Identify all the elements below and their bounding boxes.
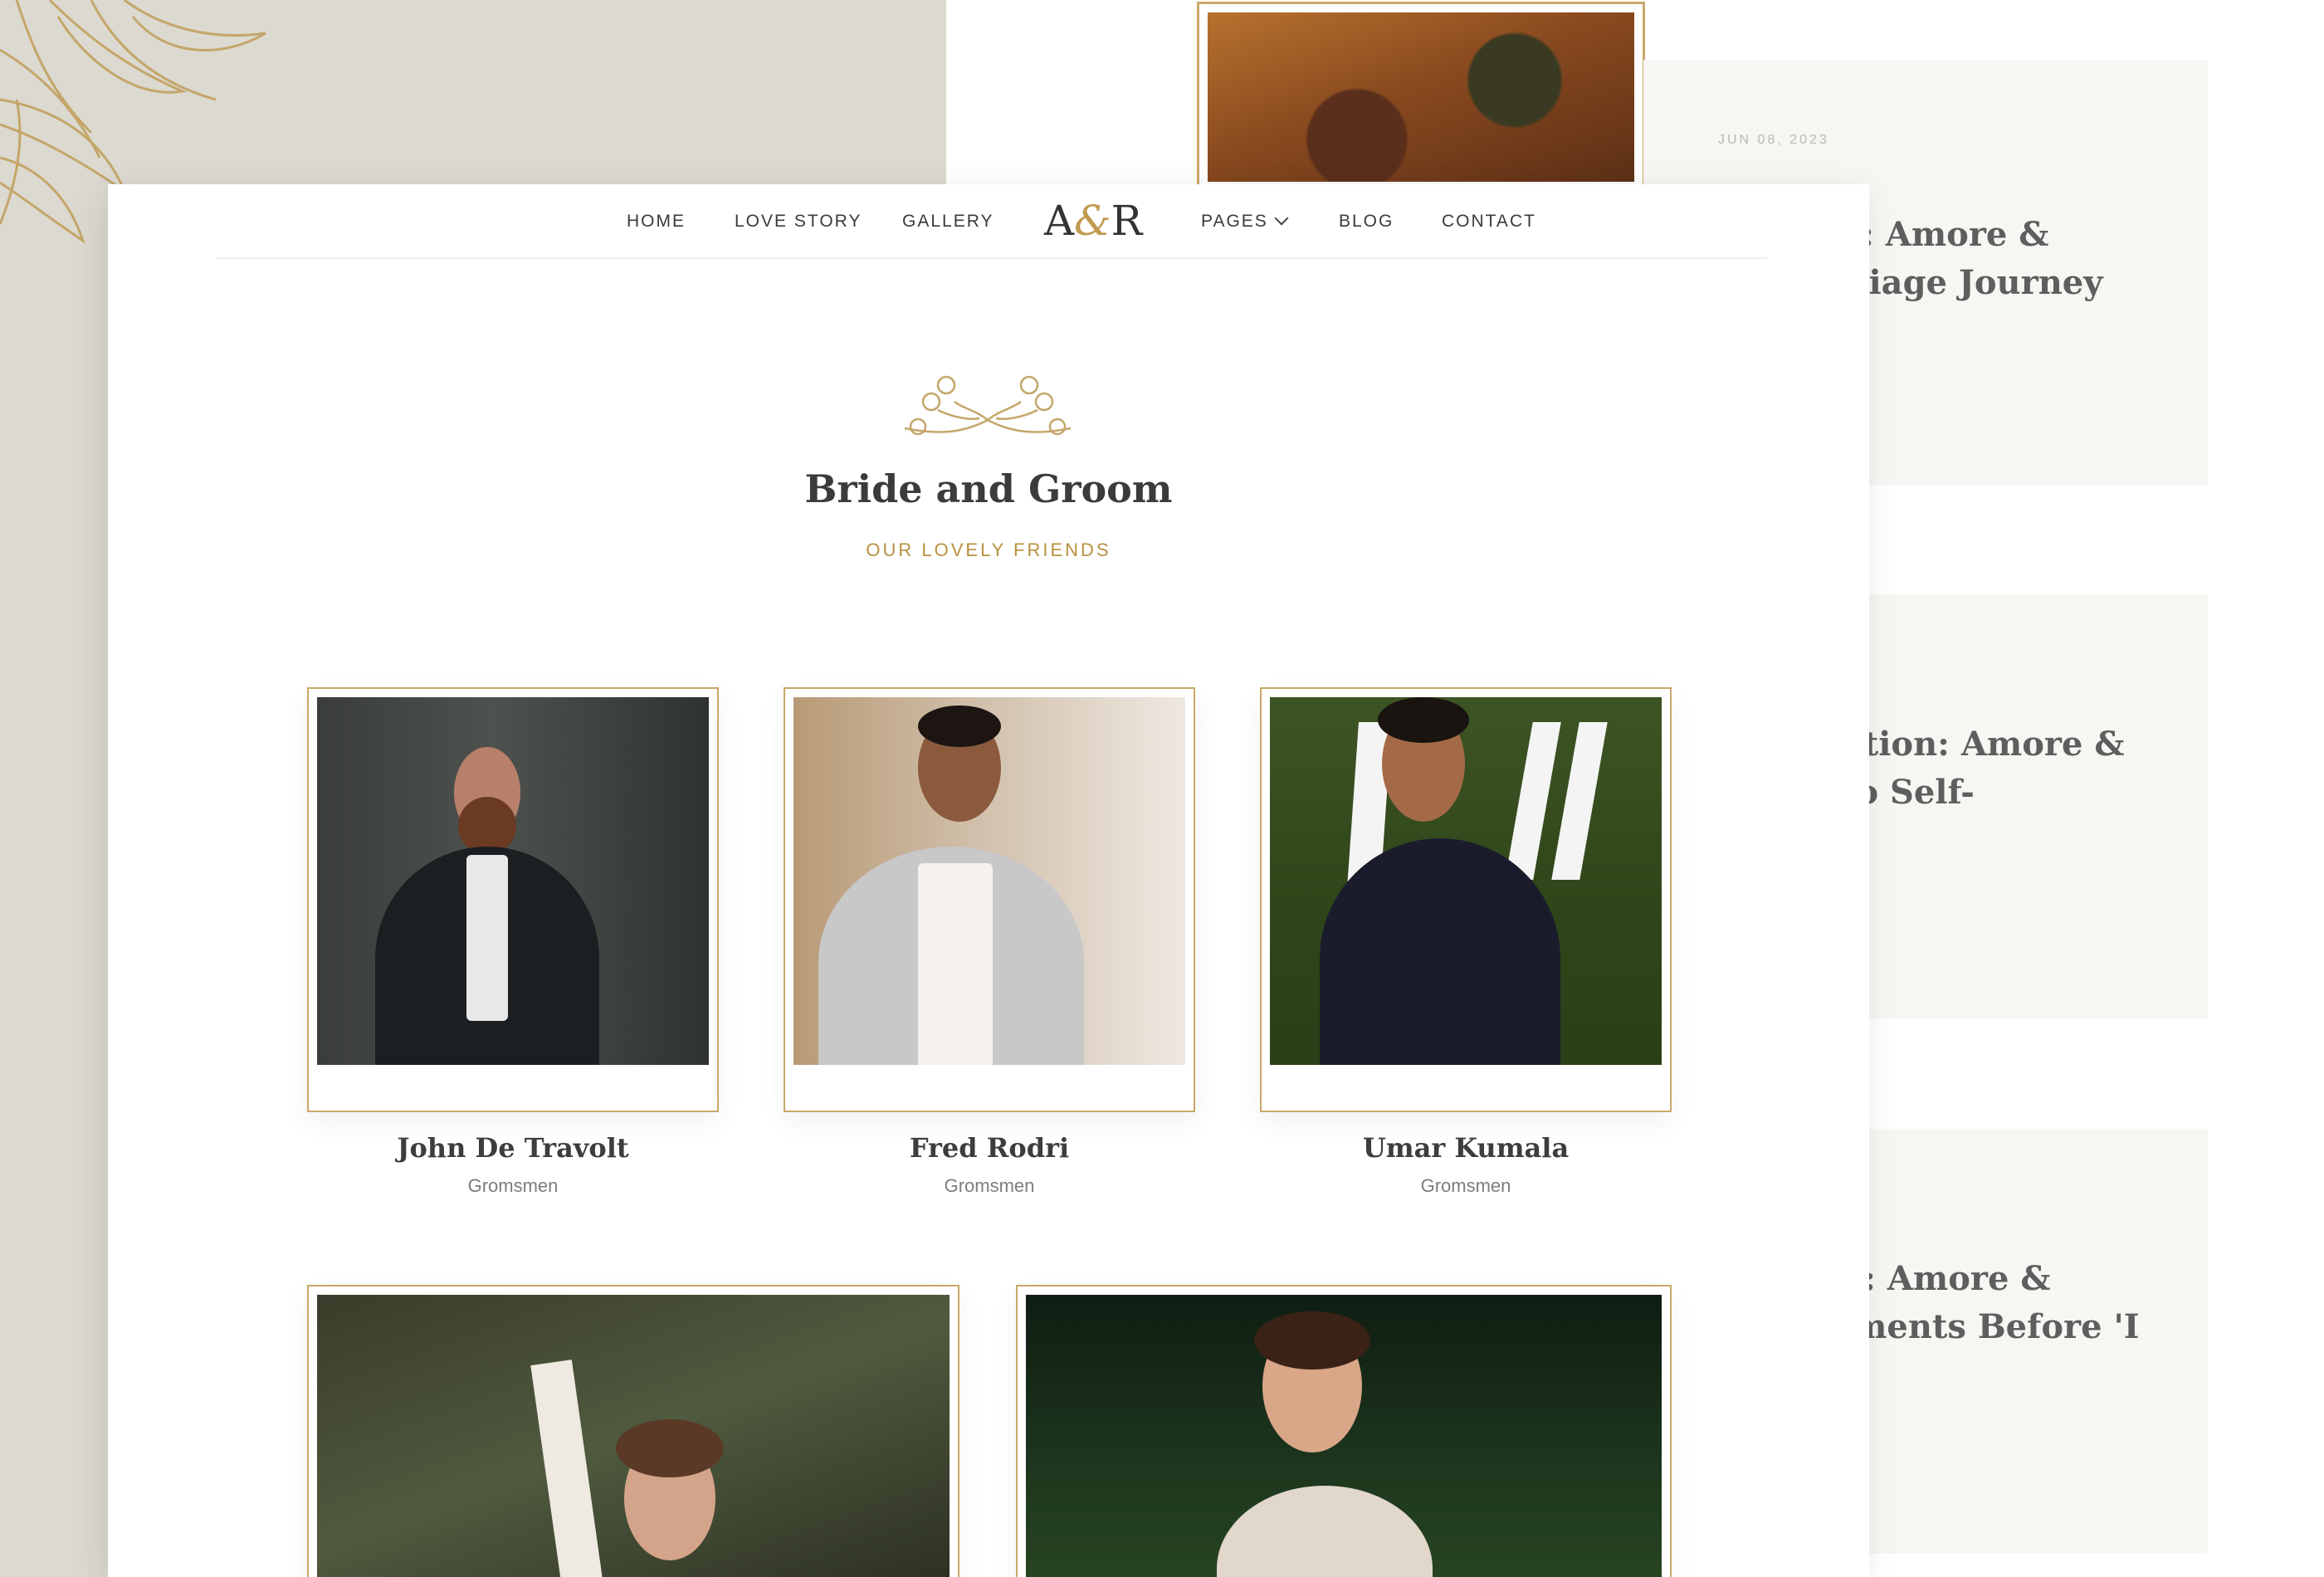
person-card[interactable]: [1016, 1285, 1672, 1577]
photo-figure-hair: [616, 1419, 724, 1477]
person-role: Gromsmen: [467, 1175, 559, 1196]
main-navbar: HOME LOVE STORY GALLERY A&R PAGES BLOG C…: [216, 184, 1768, 259]
person-card[interactable]: [784, 687, 1195, 1112]
photo-sign-letter: [1505, 722, 1608, 880]
front-page: HOME LOVE STORY GALLERY A&R PAGES BLOG C…: [108, 184, 1869, 1577]
logo-ampersand: &: [1074, 197, 1111, 245]
chevron-down-icon: [1274, 211, 1289, 226]
photo-figure-dress: [1217, 1486, 1433, 1577]
nav-pages[interactable]: PAGES: [1201, 209, 1289, 234]
photo-veil: [530, 1360, 610, 1577]
nav-contact[interactable]: CONTACT: [1442, 209, 1536, 234]
photo-figure-shirt: [466, 855, 508, 1021]
clock-photo: [1208, 12, 1634, 182]
person-card[interactable]: [1260, 687, 1672, 1112]
photo-figure-hair: [1254, 1311, 1370, 1370]
nav-love-story[interactable]: LOVE STORY: [735, 209, 862, 234]
site-logo[interactable]: A&R: [1044, 196, 1142, 246]
photo-figure-shirt: [918, 863, 993, 1065]
person-card[interactable]: [307, 1285, 959, 1577]
person-name: Umar Kumala: [1362, 1132, 1570, 1164]
back-photo-frame: [1197, 2, 1645, 193]
person-photo[interactable]: [317, 1295, 950, 1577]
person-photo[interactable]: [1026, 1295, 1662, 1577]
person-name: John De Travolt: [397, 1132, 629, 1164]
blog-card-date: JUN 08, 2023: [1718, 133, 1829, 147]
person-photo[interactable]: [1270, 697, 1662, 1065]
section-subtitle: OUR LOVELY FRIENDS: [866, 540, 1111, 560]
floral-ornament-icon: [904, 375, 1072, 436]
person-role: Gromsmen: [944, 1175, 1035, 1196]
photo-figure-jacket: [1320, 838, 1560, 1065]
logo-initial-r: R: [1111, 197, 1143, 245]
nav-home[interactable]: HOME: [627, 209, 686, 234]
person-photo[interactable]: [317, 697, 709, 1065]
nav-gallery[interactable]: GALLERY: [902, 209, 994, 234]
nav-blog[interactable]: BLOG: [1339, 209, 1394, 234]
person-role: Gromsmen: [1420, 1175, 1511, 1196]
section-title: Bride and Groom: [804, 466, 1173, 511]
photo-figure-hair: [1378, 697, 1469, 743]
nav-pages-label: PAGES: [1201, 212, 1268, 231]
person-photo[interactable]: [793, 697, 1185, 1065]
person-card[interactable]: [307, 687, 719, 1112]
person-name: Fred Rodri: [909, 1132, 1070, 1164]
logo-initial-a: A: [1044, 197, 1075, 245]
photo-figure-hair: [918, 706, 1001, 747]
